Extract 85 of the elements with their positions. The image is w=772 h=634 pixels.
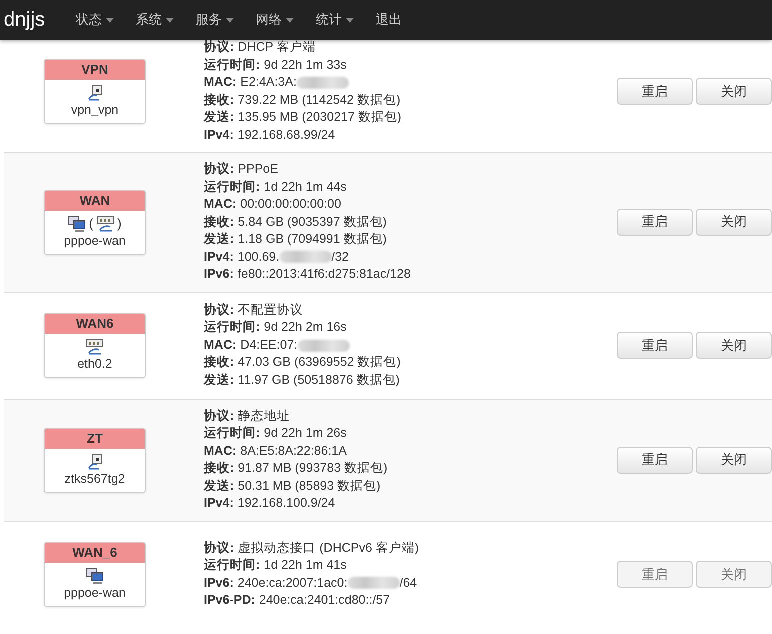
detail-label: IPv4: xyxy=(204,126,234,144)
detail-label: 协议: xyxy=(204,39,234,56)
detail-value: 91.87 MB (993783 数据包) xyxy=(238,460,388,477)
action-button[interactable]: 重启 xyxy=(617,446,693,474)
detail-value: D4:EE:07: xyxy=(240,336,298,354)
nav-menu-item[interactable]: 网络 xyxy=(245,11,306,29)
nav-menu-item[interactable]: 退出 xyxy=(365,11,414,29)
detail-value: 135.95 MB (2030217 数据包) xyxy=(238,109,402,126)
action-button[interactable]: 重启 xyxy=(617,78,693,105)
detail-value: 1d 22h 1m 41s xyxy=(264,557,347,574)
detail-value: 47.03 GB (63969552 数据包) xyxy=(238,354,401,372)
interface-name: ZT xyxy=(45,428,145,448)
action-button[interactable]: 关闭 xyxy=(696,208,772,236)
detail-label: 运行时间: xyxy=(204,56,260,74)
detail-label: 协议: xyxy=(204,161,234,178)
detail-value: /32 xyxy=(332,248,349,266)
detail-label: 发送: xyxy=(204,478,234,494)
nav-menu-item[interactable]: 系统 xyxy=(125,11,186,29)
detail-label: 接收: xyxy=(204,92,234,108)
detail-label: 运行时间: xyxy=(204,557,260,574)
detail-label: IPv4: xyxy=(204,248,234,266)
action-button[interactable]: 关闭 xyxy=(696,446,772,474)
interface-name: WAN6 xyxy=(45,314,145,334)
detail-value: 不配置协议 xyxy=(238,302,304,319)
detail-label: MAC: xyxy=(204,74,237,91)
detail-value: 240e:ca:2401:cd80::/57 xyxy=(259,592,390,609)
detail-label: 发送: xyxy=(204,372,234,389)
detail-label: 协议: xyxy=(204,302,234,319)
detail-label: MAC: xyxy=(204,336,237,354)
detail-value: 虚拟动态接口 (DHCPv6 客户端) xyxy=(238,540,420,557)
detail-label: IPv6: xyxy=(204,574,234,592)
detail-label: 运行时间: xyxy=(204,178,260,196)
detail-value: fe80::2013:41f6:d275:81ac/128 xyxy=(238,266,411,283)
detail-value: 11.97 GB (50518876 数据包) xyxy=(238,372,400,389)
detail-value: 192.168.100.9/24 xyxy=(238,495,336,512)
detail-label: 接收: xyxy=(204,460,234,477)
action-button[interactable]: 关闭 xyxy=(696,332,772,359)
action-button[interactable]: 重启 xyxy=(617,208,693,236)
nav-menu-item[interactable]: 状态 xyxy=(65,11,126,29)
device-name: pppoe-wan xyxy=(64,232,126,249)
action-button[interactable]: 重启 xyxy=(617,332,693,359)
detail-label: 协议: xyxy=(204,540,234,556)
detail-value: DHCP 客户端 xyxy=(238,39,316,56)
detail-label: 发送: xyxy=(204,231,234,248)
detail-value: PPPoE xyxy=(238,161,278,178)
detail-value: 9d 22h 2m 16s xyxy=(264,319,347,336)
action-button[interactable]: 关闭 xyxy=(696,78,772,105)
detail-value: 8A:E5:8A:22:86:1A xyxy=(240,442,347,460)
detail-label: 协议: xyxy=(204,408,234,424)
detail-value: 50.31 MB (85893 数据包) xyxy=(238,478,381,495)
interface-name: WAN xyxy=(45,190,145,211)
detail-value: 192.168.68.99/24 xyxy=(238,126,336,144)
detail-value: /64 xyxy=(400,574,418,592)
detail-label: IPv6: xyxy=(204,266,234,283)
paren-text: ) xyxy=(118,216,122,232)
device-name: vpn_vpn xyxy=(71,102,119,118)
detail-value: 100.69. xyxy=(238,248,280,266)
device-name: eth0.2 xyxy=(78,356,112,372)
detail-value: 240e:ca:2007:1ac0: xyxy=(238,574,348,592)
detail-label: 运行时间: xyxy=(204,319,260,336)
detail-value: 9d 22h 1m 33s xyxy=(264,56,347,74)
nav-menu-item[interactable]: 服务 xyxy=(185,11,246,29)
detail-value: 1.18 GB (7094991 数据包) xyxy=(238,231,387,248)
interface-name: WAN_6 xyxy=(45,543,145,563)
paren-text: ( xyxy=(89,216,94,232)
nav-menu-item[interactable]: 统计 xyxy=(305,11,366,29)
detail-label: IPv6-PD: xyxy=(204,592,256,609)
brand-name[interactable]: dnjjs xyxy=(4,8,46,32)
detail-value: 739.22 MB (1142542 数据包) xyxy=(238,92,401,109)
detail-label: 发送: xyxy=(204,109,234,126)
detail-value: 静态地址 xyxy=(238,408,290,424)
detail-label: MAC: xyxy=(204,196,237,213)
detail-value: E2:4A:3A: xyxy=(240,74,297,91)
detail-label: 接收: xyxy=(204,214,234,230)
detail-value: 9d 22h 1m 26s xyxy=(264,425,347,442)
detail-label: 运行时间: xyxy=(204,425,260,442)
detail-label: IPv4: xyxy=(204,495,234,512)
detail-value: 1d 22h 1m 44s xyxy=(264,178,347,196)
detail-label: 接收: xyxy=(204,354,234,372)
device-name: pppoe-wan xyxy=(64,585,126,601)
detail-label: MAC: xyxy=(204,442,237,460)
detail-value: 5.84 GB (9035397 数据包) xyxy=(238,214,387,231)
device-name: ztks567tg2 xyxy=(64,470,126,486)
detail-value: 00:00:00:00:00:00 xyxy=(240,196,342,213)
interface-name: VPN xyxy=(45,60,145,80)
